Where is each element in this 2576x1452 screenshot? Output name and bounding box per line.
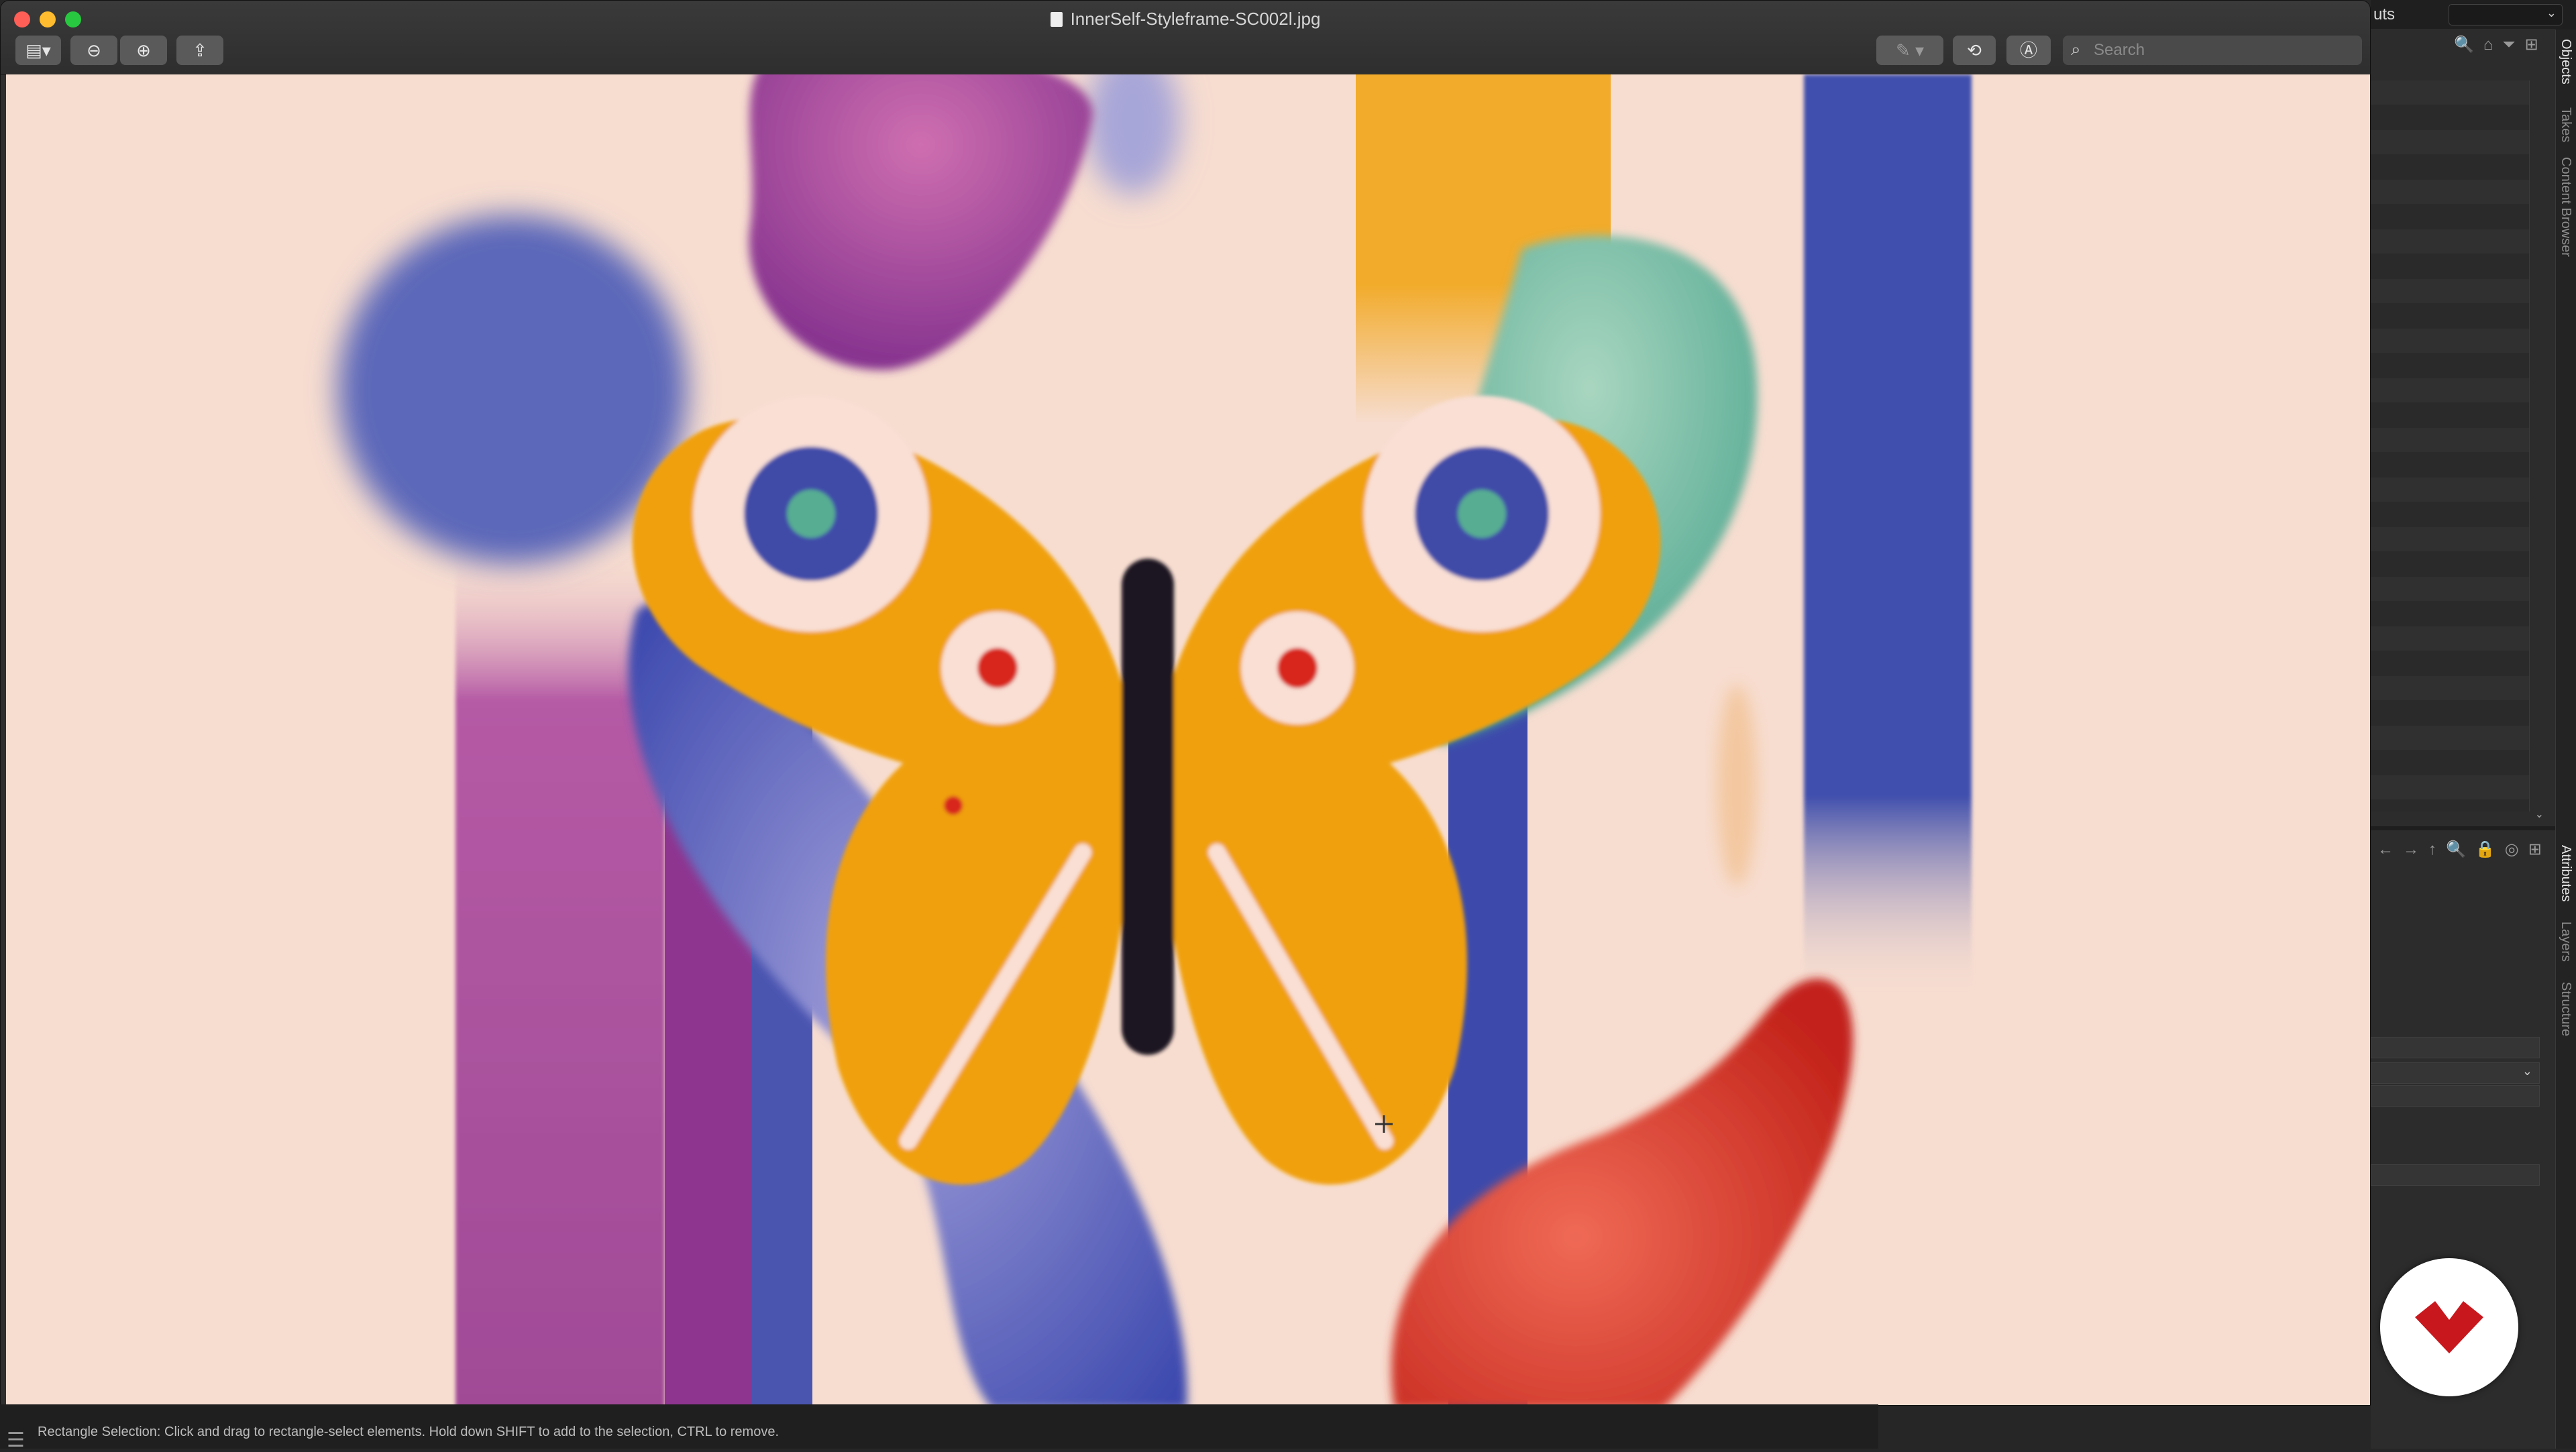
filter-icon[interactable]: ⏷ (2502, 35, 2515, 55)
faint-orange-streak (1717, 685, 1757, 886)
pen-icon: ✎ ▾ (1895, 40, 1925, 60)
attribute-field[interactable] (2371, 1164, 2540, 1186)
attribute-field[interactable] (2371, 1085, 2540, 1107)
chevron-down-icon: ⌄ (2522, 1064, 2532, 1078)
zoom-out-icon: ⊖ (87, 40, 101, 60)
share-button[interactable]: ⇪ (176, 36, 223, 65)
annotate-button[interactable]: Ⓐ (2006, 36, 2051, 65)
tab-takes[interactable]: Takes (2558, 107, 2573, 142)
tab-layers[interactable]: Layers (2558, 922, 2573, 962)
side-panel-header: uts ⌄ (2371, 0, 2576, 30)
image-viewer-window: InnerSelf-Styleframe-SC002l.jpg ▤▾ ⊖ ⊕ ⇪… (0, 0, 2371, 1406)
annotate-icon: Ⓐ (2019, 40, 2037, 60)
right-small-spot-red (1277, 648, 1318, 688)
window-title-text: InnerSelf-Styleframe-SC002l.jpg (1070, 9, 1321, 29)
styleframe-image (6, 74, 2370, 1405)
panel-tab-rail: Objects Takes Content Browser Attributes… (2555, 30, 2576, 1449)
attributes-toolbar: ← → ↑ 🔍 🔒 ◎ ⊞ (2377, 840, 2542, 860)
panel-divider[interactable] (2371, 826, 2576, 830)
layout-label: uts (2373, 5, 2396, 23)
tab-content-browser[interactable]: Content Browser (2558, 157, 2573, 257)
logo-badge (2380, 1258, 2518, 1396)
new-window-icon[interactable]: ⊞ (2528, 840, 2542, 860)
search-icon: ⌕ (2071, 39, 2081, 59)
tab-objects[interactable]: Objects (2558, 39, 2573, 85)
butterfly-body (1122, 559, 1174, 1055)
scroll-down-icon[interactable]: ⌄ (2535, 807, 2544, 821)
window-title: InnerSelf-Styleframe-SC002l.jpg (1, 9, 2370, 30)
attribute-select[interactable]: ⌄ (2371, 1062, 2540, 1084)
tab-structure[interactable]: Structure (2558, 982, 2573, 1036)
attribute-field[interactable] (2371, 1037, 2540, 1058)
back-arrow-icon[interactable]: ← (2377, 840, 2394, 860)
document-icon (1050, 12, 1063, 27)
brand-logo-icon (2415, 1301, 2483, 1353)
objects-list[interactable]: ⌄ (2371, 80, 2544, 820)
image-canvas[interactable] (6, 74, 2370, 1405)
left-eyespot-center (787, 490, 835, 538)
new-window-icon[interactable]: ⊞ (2525, 35, 2538, 55)
left-small-spot-red (977, 648, 1018, 688)
objects-toolbar: 🔍 ⌂ ⏷ ⊞ (2454, 35, 2538, 55)
search-field[interactable]: ⌕ (2063, 36, 2362, 65)
side-panel: uts ⌄ 🔍 ⌂ ⏷ ⊞ ⌄ ← → ↑ 🔍 🔒 ◎ ⊞ ⌄ Objects … (2371, 0, 2576, 1449)
rotate-button[interactable]: ⟲ (1953, 36, 1996, 65)
chevron-down-icon: ⌄ (2546, 6, 2557, 19)
red-dot (944, 796, 963, 815)
sidebar-toggle-button[interactable]: ▤▾ (15, 36, 61, 65)
markup-button[interactable]: ✎ ▾ (1876, 36, 1943, 65)
target-icon[interactable]: ◎ (2505, 840, 2519, 860)
layout-dropdown[interactable]: ⌄ (2449, 4, 2563, 25)
tab-attributes[interactable]: Attributes (2558, 845, 2573, 901)
blue-tall-band (1804, 74, 1972, 1000)
search-input[interactable] (2092, 37, 2357, 64)
search-icon[interactable]: 🔍 (2446, 840, 2466, 860)
rotate-icon: ⟲ (1967, 40, 1982, 60)
zoom-in-icon: ⊕ (136, 40, 151, 60)
forward-arrow-icon[interactable]: → (2403, 840, 2419, 860)
search-icon[interactable]: 🔍 (2454, 35, 2474, 55)
window-titlebar[interactable]: InnerSelf-Styleframe-SC002l.jpg ▤▾ ⊖ ⊕ ⇪… (1, 1, 2370, 75)
sidebar-icon: ▤▾ (25, 40, 51, 60)
right-eyespot-center (1458, 490, 1506, 538)
up-arrow-icon[interactable]: ↑ (2428, 840, 2436, 860)
lock-icon[interactable]: 🔒 (2475, 840, 2496, 860)
zoom-in-button[interactable]: ⊕ (120, 36, 167, 65)
blue-blurred-circle (338, 215, 687, 564)
share-icon: ⇪ (193, 40, 207, 60)
status-message: Rectangle Selection: Click and drag to r… (38, 1425, 779, 1439)
home-icon[interactable]: ⌂ (2483, 35, 2493, 55)
zoom-out-button[interactable]: ⊖ (70, 36, 117, 65)
